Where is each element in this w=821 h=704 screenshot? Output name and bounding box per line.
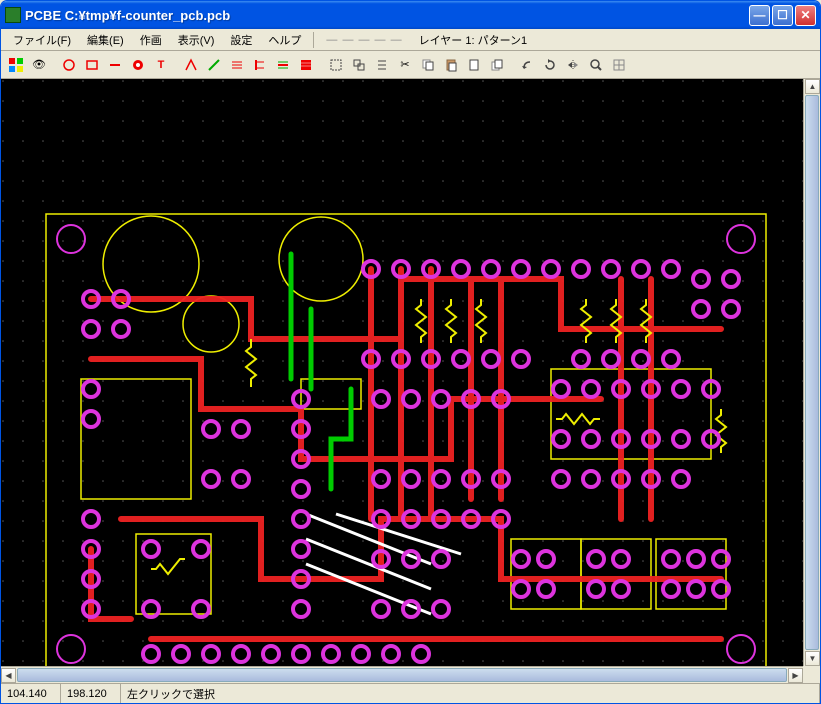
tool-line[interactable] bbox=[104, 54, 126, 76]
scroll-right-button[interactable]: ▶ bbox=[788, 668, 803, 683]
tool-rotate[interactable] bbox=[539, 54, 561, 76]
scroll-up-button[interactable]: ▲ bbox=[805, 79, 820, 94]
titlebar: PCBE C:¥tmp¥f-counter_pcb.pcb — ☐ ✕ bbox=[1, 1, 820, 29]
menu-settings[interactable]: 設定 bbox=[222, 30, 260, 50]
scroll-h-thumb[interactable] bbox=[17, 668, 787, 682]
tool-text[interactable]: T bbox=[150, 54, 172, 76]
layer-label[interactable]: レイヤー 1: パターン1 bbox=[411, 32, 536, 48]
menu-view[interactable]: 表示(V) bbox=[170, 30, 223, 50]
tool-arrow[interactable] bbox=[180, 54, 202, 76]
scroll-corner bbox=[803, 666, 820, 683]
menu-file[interactable]: ファイル(F) bbox=[5, 30, 79, 50]
tool-align-left[interactable] bbox=[249, 54, 271, 76]
menu-separator bbox=[313, 32, 314, 48]
window-title: PCBE C:¥tmp¥f-counter_pcb.pcb bbox=[25, 8, 749, 23]
toolbar: 👁 T ✂ bbox=[1, 51, 820, 79]
tool-copy[interactable] bbox=[417, 54, 439, 76]
menu-make[interactable]: 作画 bbox=[132, 30, 170, 50]
tool-grid-toggle[interactable] bbox=[608, 54, 630, 76]
tool-align-center[interactable] bbox=[272, 54, 294, 76]
close-button[interactable]: ✕ bbox=[795, 5, 816, 26]
scroll-h-track[interactable] bbox=[17, 668, 787, 682]
tool-flip[interactable] bbox=[562, 54, 584, 76]
tool-group[interactable] bbox=[348, 54, 370, 76]
menubar: ファイル(F) 編集(E) 作画 表示(V) 設定 ヘルプ — — — — — … bbox=[1, 29, 820, 51]
tool-fill-grid[interactable] bbox=[295, 54, 317, 76]
tool-hlines[interactable] bbox=[226, 54, 248, 76]
status-message: 左クリックで選択 bbox=[121, 684, 820, 703]
horizontal-scrollbar[interactable]: ◀ ▶ bbox=[1, 666, 803, 683]
statusbar: 104.140 198.120 左クリックで選択 bbox=[1, 683, 820, 703]
eye-icon: 👁 bbox=[32, 58, 46, 71]
tool-layer-palette[interactable] bbox=[5, 54, 27, 76]
scroll-down-button[interactable]: ▼ bbox=[805, 651, 820, 666]
minimize-button[interactable]: — bbox=[749, 5, 770, 26]
menu-help[interactable]: ヘルプ bbox=[260, 30, 309, 50]
scroll-left-button[interactable]: ◀ bbox=[1, 668, 16, 683]
tool-new-doc[interactable] bbox=[463, 54, 485, 76]
linetype-indicator[interactable]: — — — — — bbox=[318, 34, 410, 46]
tool-paste[interactable] bbox=[440, 54, 462, 76]
tool-select[interactable] bbox=[325, 54, 347, 76]
pcb-canvas[interactable]: ▲ ▼ ◀ ▶ bbox=[1, 79, 820, 683]
scroll-v-thumb[interactable] bbox=[805, 95, 819, 650]
tool-rect[interactable] bbox=[81, 54, 103, 76]
tool-diagonal[interactable] bbox=[203, 54, 225, 76]
pcb-drawing bbox=[1, 79, 805, 679]
status-x-coord: 104.140 bbox=[1, 684, 61, 703]
scissors-icon: ✂ bbox=[400, 58, 409, 71]
tool-visibility[interactable]: 👁 bbox=[28, 54, 50, 76]
tool-duplicate[interactable] bbox=[486, 54, 508, 76]
app-icon bbox=[5, 7, 21, 23]
tool-circle[interactable] bbox=[58, 54, 80, 76]
tool-undo[interactable] bbox=[516, 54, 538, 76]
tool-pad[interactable] bbox=[127, 54, 149, 76]
tool-zoom[interactable] bbox=[585, 54, 607, 76]
tool-list[interactable] bbox=[371, 54, 393, 76]
vertical-scrollbar[interactable]: ▲ ▼ bbox=[803, 79, 820, 666]
tool-cut[interactable]: ✂ bbox=[394, 54, 416, 76]
menu-edit[interactable]: 編集(E) bbox=[79, 30, 132, 50]
window-controls: — ☐ ✕ bbox=[749, 5, 816, 26]
app-window: PCBE C:¥tmp¥f-counter_pcb.pcb — ☐ ✕ ファイル… bbox=[0, 0, 821, 704]
scroll-v-track[interactable] bbox=[805, 95, 819, 650]
maximize-button[interactable]: ☐ bbox=[772, 5, 793, 26]
status-y-coord: 198.120 bbox=[61, 684, 121, 703]
